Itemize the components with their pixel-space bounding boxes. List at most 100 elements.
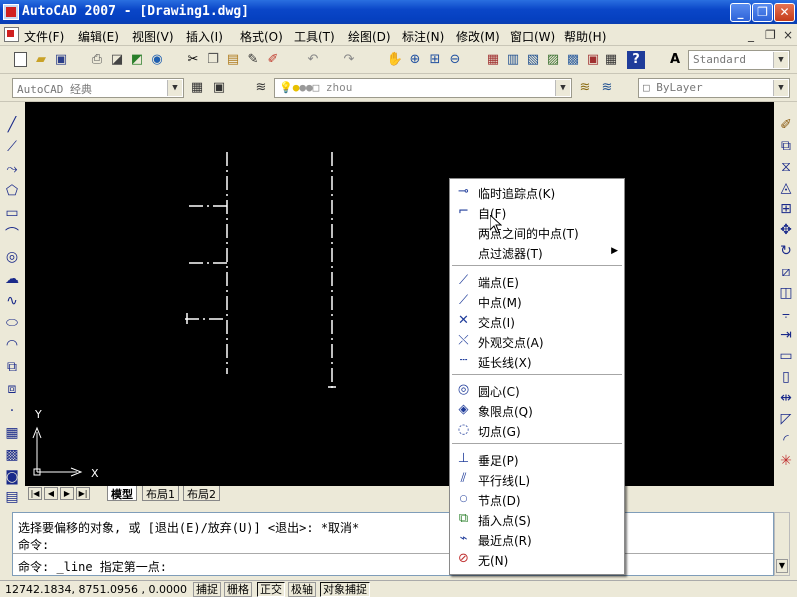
move-icon[interactable]: ✥ xyxy=(777,221,795,239)
menu-item-from[interactable]: ⌐ 自(F) xyxy=(450,202,624,222)
extend-icon[interactable]: ⇥ xyxy=(777,326,795,344)
save-workspace-icon[interactable]: ▣ xyxy=(210,79,228,97)
menu-item-apparent-intersection[interactable]: ⤬ 外观交点(A) xyxy=(450,331,624,351)
doc-restore-button[interactable]: ❐ xyxy=(765,28,776,42)
match-properties-icon[interactable]: ✎ xyxy=(244,51,262,69)
rotate-icon[interactable]: ↻ xyxy=(777,242,795,260)
layer-previous-icon[interactable]: ≋ xyxy=(598,79,616,97)
layer-properties-icon[interactable]: ≋ xyxy=(252,79,270,97)
menu-item-perpendicular[interactable]: ⊥ 垂足(P) xyxy=(450,449,624,469)
revision-cloud-icon[interactable]: ☁ xyxy=(3,270,21,288)
copy-icon[interactable]: ❐ xyxy=(204,51,222,69)
menu-item-center[interactable]: ◎ 圆心(C) xyxy=(450,380,624,400)
text-style-icon[interactable]: A xyxy=(666,51,684,69)
trim-icon[interactable]: ⨪ xyxy=(777,305,795,323)
dbconnect-icon[interactable]: ▣ xyxy=(584,51,602,69)
join-icon[interactable]: ⇹ xyxy=(777,389,795,407)
first-tab-icon[interactable]: |◀ xyxy=(28,487,42,500)
autocad-app-icon[interactable] xyxy=(3,4,19,20)
command-scrollbar[interactable]: ▼ xyxy=(774,512,790,576)
offset-icon[interactable]: ◬ xyxy=(777,179,795,197)
tab-layout2[interactable]: 布局2 xyxy=(183,486,220,501)
menu-edit[interactable]: 编辑(E) xyxy=(78,28,119,45)
explode-icon[interactable]: ✳ xyxy=(777,452,795,470)
copy-object-icon[interactable]: ⧉ xyxy=(777,137,795,155)
polygon-icon[interactable]: ⬠ xyxy=(3,182,21,200)
zoom-previous-icon[interactable]: ⊖ xyxy=(446,51,464,69)
menu-modify[interactable]: 修改(M) xyxy=(456,28,500,45)
publish-web-icon[interactable]: ◉ xyxy=(148,51,166,69)
command-prompt[interactable]: 命令: _line 指定第一点: xyxy=(18,558,167,575)
region-icon[interactable]: ◙ xyxy=(3,468,21,486)
close-button[interactable]: ✕ xyxy=(774,3,795,22)
properties-icon[interactable]: ▦ xyxy=(484,51,502,69)
ortho-toggle[interactable]: 正交 xyxy=(257,582,285,597)
break-at-point-icon[interactable]: ▭ xyxy=(777,347,795,365)
document-icon[interactable] xyxy=(4,27,19,42)
menu-item-insert[interactable]: ⧉ 插入点(S) xyxy=(450,509,624,529)
drawing-canvas[interactable]: Y X xyxy=(25,102,774,486)
ellipse-icon[interactable]: ⬭ xyxy=(3,314,21,332)
insert-block-icon[interactable]: ⧉ xyxy=(3,358,21,376)
table-icon[interactable]: ▤ xyxy=(3,488,21,506)
tab-model[interactable]: 模型 xyxy=(107,486,137,501)
paste-icon[interactable]: ▤ xyxy=(224,51,242,69)
last-tab-icon[interactable]: ▶| xyxy=(76,487,90,500)
hatch-icon[interactable]: ▦ xyxy=(3,424,21,442)
array-icon[interactable]: ⊞ xyxy=(777,200,795,218)
next-tab-icon[interactable]: ▶ xyxy=(60,487,74,500)
menu-item-endpoint[interactable]: ⟋ 端点(E) xyxy=(450,271,624,291)
arc-icon[interactable]: ⌒ xyxy=(3,226,21,244)
mirror-icon[interactable]: ⧖ xyxy=(777,158,795,176)
menu-item-midpoint-between[interactable]: 两点之间的中点(T) xyxy=(450,222,624,242)
break-icon[interactable]: ▯ xyxy=(777,368,795,386)
circle-icon[interactable]: ◎ xyxy=(3,248,21,266)
menu-item-extension[interactable]: ┄ 延长线(X) xyxy=(450,351,624,371)
plot-icon[interactable]: ⎙ xyxy=(88,51,106,69)
block-editor-icon[interactable]: ✐ xyxy=(264,51,282,69)
spline-icon[interactable]: ∿ xyxy=(3,292,21,310)
save-icon[interactable]: ▣ xyxy=(52,51,70,69)
fillet-icon[interactable]: ◜ xyxy=(777,431,795,449)
menu-format[interactable]: 格式(O) xyxy=(240,28,283,45)
menu-item-nearest[interactable]: ⌁ 最近点(R) xyxy=(450,529,624,549)
menu-dimension[interactable]: 标注(N) xyxy=(402,28,444,45)
menu-file[interactable]: 文件(F) xyxy=(24,28,64,45)
snap-toggle[interactable]: 捕捉 xyxy=(193,582,221,597)
erase-icon[interactable]: ✐ xyxy=(777,116,795,134)
menu-item-intersection[interactable]: ✕ 交点(I) xyxy=(450,311,624,331)
menu-item-midpoint[interactable]: ⟋ 中点(M) xyxy=(450,291,624,311)
chevron-down-icon[interactable]: ▼ xyxy=(555,80,570,96)
line-tool-icon[interactable]: ╱ xyxy=(3,116,21,134)
menu-item-temporary-track[interactable]: ⊸ 临时追踪点(K) xyxy=(450,182,624,202)
menu-item-quadrant[interactable]: ◈ 象限点(Q) xyxy=(450,400,624,420)
publish-icon[interactable]: ◩ xyxy=(128,51,146,69)
zoom-realtime-icon[interactable]: ⊕ xyxy=(406,51,424,69)
grid-toggle[interactable]: 栅格 xyxy=(224,582,252,597)
menu-tools[interactable]: 工具(T) xyxy=(294,28,335,45)
coordinate-readout[interactable]: 12742.1834, 8751.0956 , 0.0000 xyxy=(5,583,187,596)
restore-button[interactable]: ❐ xyxy=(752,3,773,22)
layer-combo[interactable]: 💡●●●□ zhou ▼ xyxy=(274,78,572,98)
scale-icon[interactable]: ⧄ xyxy=(777,263,795,281)
pan-realtime-icon[interactable]: ✋ xyxy=(386,51,404,69)
design-center-icon[interactable]: ▥ xyxy=(504,51,522,69)
chevron-down-icon[interactable]: ▼ xyxy=(773,80,788,96)
workspace-settings-icon[interactable]: ▦ xyxy=(188,79,206,97)
osnap-toggle[interactable]: 对象捕捉 xyxy=(320,582,370,597)
chevron-down-icon[interactable]: ▼ xyxy=(773,52,788,68)
menu-insert[interactable]: 插入(I) xyxy=(186,28,223,45)
point-icon[interactable]: · xyxy=(3,402,21,420)
tab-layout1[interactable]: 布局1 xyxy=(142,486,179,501)
quickcalc-icon[interactable]: ▦ xyxy=(602,51,620,69)
tool-palettes-icon[interactable]: ▧ xyxy=(524,51,542,69)
make-object-layer-current-icon[interactable]: ≋ xyxy=(576,79,594,97)
redo-icon[interactable]: ↷ xyxy=(340,51,358,69)
sheet-set-icon[interactable]: ▨ xyxy=(544,51,562,69)
cut-icon[interactable]: ✂ xyxy=(184,51,202,69)
open-icon[interactable]: ▰ xyxy=(32,51,50,69)
zoom-window-icon[interactable]: ⊞ xyxy=(426,51,444,69)
menu-item-none[interactable]: ⊘ 无(N) xyxy=(450,549,624,569)
menu-help[interactable]: 帮助(H) xyxy=(564,28,606,45)
stretch-icon[interactable]: ◫ xyxy=(777,284,795,302)
